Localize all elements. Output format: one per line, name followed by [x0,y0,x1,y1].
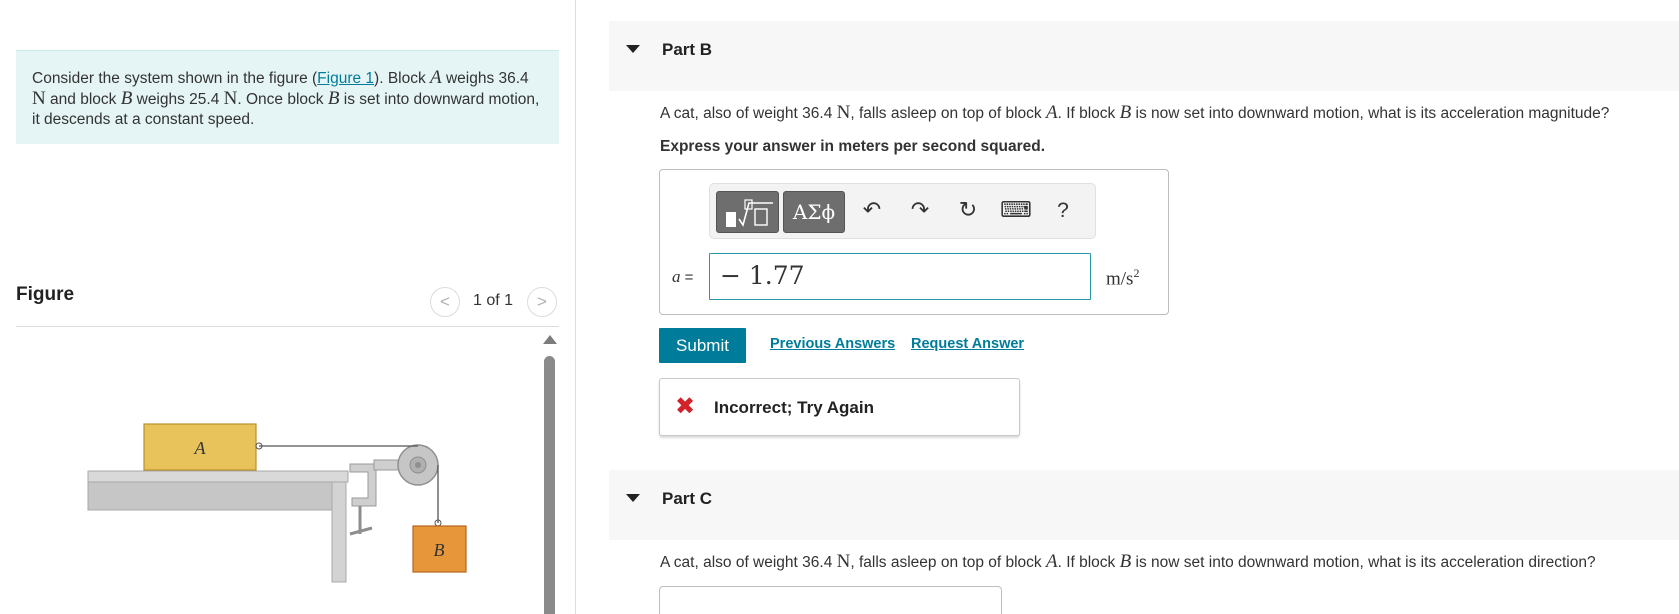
part-c-header[interactable]: Part C [609,470,1679,540]
request-answer-link[interactable]: Request Answer [911,336,1024,352]
symbols-button[interactable]: ΑΣϕ [783,191,845,233]
caret-down-icon [626,45,640,53]
variable-label: a = [672,267,693,287]
reset-icon[interactable]: ↻ [953,196,983,226]
feedback-box: ✖ Incorrect; Try Again [659,378,1020,436]
question-text: . If block [1057,554,1120,571]
figure-prev-button[interactable]: < [430,287,460,317]
units-label: m/s2 [1106,266,1139,290]
block-a-symbol: A [1045,102,1058,123]
part-b-title: Part B [662,40,713,59]
part-c-title: Part C [662,489,713,508]
newton-unit: N [32,88,46,109]
block-a-symbol: A [1045,551,1058,572]
feedback-text: Incorrect; Try Again [714,398,874,417]
part-c-answer-box[interactable] [659,586,1002,614]
variable-symbol: a [672,267,681,286]
newton-unit: N [836,102,851,123]
intro-text: . Once block [237,91,328,108]
figure-title: Figure [16,284,75,305]
part-b-question: A cat, also of weight 36.4 N, falls asle… [660,102,1609,124]
table-top [87,470,349,483]
question-text: is now set into downward motion, what is… [1131,105,1610,122]
intro-text: Consider the system shown in the figure … [32,70,318,87]
question-text: A cat, also of weight 36.4 [660,554,837,571]
keyboard-icon[interactable]: ⌨ [1000,196,1032,226]
table-leg [331,481,347,583]
answer-instruction: Express your answer in meters per second… [660,138,1046,155]
part-c-question: A cat, also of weight 36.4 N, falls asle… [660,551,1596,573]
figure-link[interactable]: Figure 1 [317,70,374,87]
block-b-symbol: B [1119,551,1132,572]
units-base: m/s [1106,268,1134,290]
answer-input[interactable]: − 1.77 [709,253,1091,300]
question-text: , falls asleep on top of block [850,105,1046,122]
problem-intro: Consider the system shown in the figure … [16,50,559,144]
intro-text: weighs 36.4 [441,70,529,87]
block-a-label: A [194,438,207,458]
figure-counter: 1 of 1 [473,292,514,309]
intro-text: ). Block [374,70,431,87]
help-icon[interactable]: ? [1048,196,1078,226]
answer-box: ΑΣϕ ↶ ↷ ↻ ⌨ ? a = − 1.77 m/s2 [659,169,1169,315]
caret-down-icon [626,494,640,502]
block-b-symbol: B [120,88,133,109]
templates-button[interactable] [716,191,779,233]
templates-icon [726,199,773,227]
figure-next-button[interactable]: > [527,287,557,317]
question-text: is now set into downward motion, what is… [1131,554,1596,571]
question-text: , falls asleep on top of block [850,554,1046,571]
block-b-symbol: B [327,88,340,109]
question-text: A cat, also of weight 36.4 [660,105,837,122]
previous-answers-link[interactable]: Previous Answers [770,336,895,352]
block-b-label: B [434,540,445,560]
left-pane: Consider the system shown in the figure … [0,0,576,614]
question-text: . If block [1057,105,1120,122]
table-edge [87,481,339,511]
undo-icon[interactable]: ↶ [857,196,887,226]
newton-unit: N [836,551,851,572]
block-a-symbol: A [430,67,442,88]
units-exponent: 2 [1133,266,1140,280]
scrollbar-thumb[interactable] [544,356,555,614]
pane-divider[interactable] [575,0,576,614]
pulley-figure: A B [87,423,467,583]
part-b-header[interactable]: Part B [609,21,1679,91]
submit-button[interactable]: Submit [659,328,746,363]
intro-text: weighs 25.4 [132,91,224,108]
intro-text: and block [45,91,121,108]
block-b-symbol: B [1119,102,1132,123]
newton-unit: N [223,88,238,109]
redo-icon[interactable]: ↷ [905,196,935,226]
figure-divider [16,326,559,327]
math-toolbar: ΑΣϕ ↶ ↷ ↻ ⌨ ? [709,183,1096,239]
error-x-icon: ✖ [675,392,696,420]
equals-sign: = [680,269,694,286]
clamp [349,463,377,507]
pulley-axle [415,462,421,468]
scroll-up-arrow[interactable] [543,335,557,344]
